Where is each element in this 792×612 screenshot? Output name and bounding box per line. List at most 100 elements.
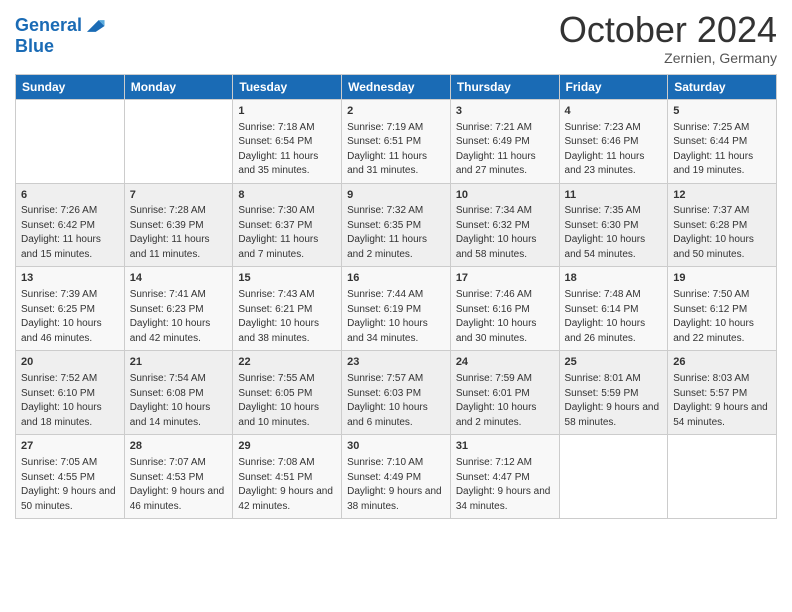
day-number: 11 bbox=[565, 188, 663, 204]
day-info: Sunrise: 7:30 AM Sunset: 6:37 PM Dayligh… bbox=[238, 204, 336, 262]
day-number: 5 bbox=[673, 104, 771, 120]
calendar-cell: 19Sunrise: 7:50 AM Sunset: 6:12 PM Dayli… bbox=[668, 267, 777, 351]
day-number: 20 bbox=[21, 355, 119, 371]
calendar-cell: 9Sunrise: 7:32 AM Sunset: 6:35 PM Daylig… bbox=[342, 183, 451, 267]
calendar-cell: 25Sunrise: 8:01 AM Sunset: 5:59 PM Dayli… bbox=[559, 351, 668, 435]
calendar-cell: 1Sunrise: 7:18 AM Sunset: 6:54 PM Daylig… bbox=[233, 99, 342, 183]
calendar-cell: 31Sunrise: 7:12 AM Sunset: 4:47 PM Dayli… bbox=[450, 435, 559, 519]
calendar-cell: 28Sunrise: 7:07 AM Sunset: 4:53 PM Dayli… bbox=[124, 435, 233, 519]
calendar-cell: 10Sunrise: 7:34 AM Sunset: 6:32 PM Dayli… bbox=[450, 183, 559, 267]
day-info: Sunrise: 7:50 AM Sunset: 6:12 PM Dayligh… bbox=[673, 288, 771, 346]
day-info: Sunrise: 7:32 AM Sunset: 6:35 PM Dayligh… bbox=[347, 204, 445, 262]
day-number: 17 bbox=[456, 271, 554, 287]
calendar-cell: 18Sunrise: 7:48 AM Sunset: 6:14 PM Dayli… bbox=[559, 267, 668, 351]
day-number: 21 bbox=[130, 355, 228, 371]
col-thursday: Thursday bbox=[450, 74, 559, 99]
calendar-cell: 23Sunrise: 7:57 AM Sunset: 6:03 PM Dayli… bbox=[342, 351, 451, 435]
calendar-cell bbox=[16, 99, 125, 183]
day-info: Sunrise: 8:03 AM Sunset: 5:57 PM Dayligh… bbox=[673, 372, 771, 430]
day-info: Sunrise: 7:26 AM Sunset: 6:42 PM Dayligh… bbox=[21, 204, 119, 262]
calendar-cell: 17Sunrise: 7:46 AM Sunset: 6:16 PM Dayli… bbox=[450, 267, 559, 351]
calendar-cell: 8Sunrise: 7:30 AM Sunset: 6:37 PM Daylig… bbox=[233, 183, 342, 267]
calendar-cell: 20Sunrise: 7:52 AM Sunset: 6:10 PM Dayli… bbox=[16, 351, 125, 435]
day-info: Sunrise: 7:55 AM Sunset: 6:05 PM Dayligh… bbox=[238, 372, 336, 430]
day-info: Sunrise: 8:01 AM Sunset: 5:59 PM Dayligh… bbox=[565, 372, 663, 430]
day-info: Sunrise: 7:35 AM Sunset: 6:30 PM Dayligh… bbox=[565, 204, 663, 262]
day-number: 16 bbox=[347, 271, 445, 287]
col-wednesday: Wednesday bbox=[342, 74, 451, 99]
calendar-cell: 22Sunrise: 7:55 AM Sunset: 6:05 PM Dayli… bbox=[233, 351, 342, 435]
calendar-cell: 13Sunrise: 7:39 AM Sunset: 6:25 PM Dayli… bbox=[16, 267, 125, 351]
day-number: 29 bbox=[238, 439, 336, 455]
day-info: Sunrise: 7:25 AM Sunset: 6:44 PM Dayligh… bbox=[673, 121, 771, 179]
calendar-table: Sunday Monday Tuesday Wednesday Thursday… bbox=[15, 74, 777, 520]
day-info: Sunrise: 7:41 AM Sunset: 6:23 PM Dayligh… bbox=[130, 288, 228, 346]
calendar-cell: 11Sunrise: 7:35 AM Sunset: 6:30 PM Dayli… bbox=[559, 183, 668, 267]
calendar-cell: 12Sunrise: 7:37 AM Sunset: 6:28 PM Dayli… bbox=[668, 183, 777, 267]
calendar-cell: 29Sunrise: 7:08 AM Sunset: 4:51 PM Dayli… bbox=[233, 435, 342, 519]
day-number: 25 bbox=[565, 355, 663, 371]
logo-blue-text: Blue bbox=[15, 37, 106, 57]
calendar-cell: 4Sunrise: 7:23 AM Sunset: 6:46 PM Daylig… bbox=[559, 99, 668, 183]
calendar-row: 6Sunrise: 7:26 AM Sunset: 6:42 PM Daylig… bbox=[16, 183, 777, 267]
day-info: Sunrise: 7:10 AM Sunset: 4:49 PM Dayligh… bbox=[347, 456, 445, 514]
col-saturday: Saturday bbox=[668, 74, 777, 99]
day-info: Sunrise: 7:43 AM Sunset: 6:21 PM Dayligh… bbox=[238, 288, 336, 346]
calendar-cell: 2Sunrise: 7:19 AM Sunset: 6:51 PM Daylig… bbox=[342, 99, 451, 183]
day-info: Sunrise: 7:37 AM Sunset: 6:28 PM Dayligh… bbox=[673, 204, 771, 262]
day-number: 6 bbox=[21, 188, 119, 204]
calendar-cell: 14Sunrise: 7:41 AM Sunset: 6:23 PM Dayli… bbox=[124, 267, 233, 351]
day-info: Sunrise: 7:08 AM Sunset: 4:51 PM Dayligh… bbox=[238, 456, 336, 514]
col-tuesday: Tuesday bbox=[233, 74, 342, 99]
day-info: Sunrise: 7:57 AM Sunset: 6:03 PM Dayligh… bbox=[347, 372, 445, 430]
day-info: Sunrise: 7:19 AM Sunset: 6:51 PM Dayligh… bbox=[347, 121, 445, 179]
day-number: 27 bbox=[21, 439, 119, 455]
day-number: 9 bbox=[347, 188, 445, 204]
day-number: 4 bbox=[565, 104, 663, 120]
calendar-cell: 21Sunrise: 7:54 AM Sunset: 6:08 PM Dayli… bbox=[124, 351, 233, 435]
day-number: 1 bbox=[238, 104, 336, 120]
calendar-cell: 6Sunrise: 7:26 AM Sunset: 6:42 PM Daylig… bbox=[16, 183, 125, 267]
day-number: 24 bbox=[456, 355, 554, 371]
day-info: Sunrise: 7:52 AM Sunset: 6:10 PM Dayligh… bbox=[21, 372, 119, 430]
day-number: 26 bbox=[673, 355, 771, 371]
col-monday: Monday bbox=[124, 74, 233, 99]
calendar-cell: 27Sunrise: 7:05 AM Sunset: 4:55 PM Dayli… bbox=[16, 435, 125, 519]
calendar-cell bbox=[124, 99, 233, 183]
day-number: 31 bbox=[456, 439, 554, 455]
calendar-cell bbox=[559, 435, 668, 519]
logo-text: General bbox=[15, 16, 82, 36]
day-number: 7 bbox=[130, 188, 228, 204]
logo: General Blue bbox=[15, 15, 106, 57]
day-number: 13 bbox=[21, 271, 119, 287]
calendar-cell: 3Sunrise: 7:21 AM Sunset: 6:49 PM Daylig… bbox=[450, 99, 559, 183]
day-info: Sunrise: 7:34 AM Sunset: 6:32 PM Dayligh… bbox=[456, 204, 554, 262]
day-number: 8 bbox=[238, 188, 336, 204]
day-number: 22 bbox=[238, 355, 336, 371]
day-info: Sunrise: 7:59 AM Sunset: 6:01 PM Dayligh… bbox=[456, 372, 554, 430]
day-number: 19 bbox=[673, 271, 771, 287]
calendar-cell: 26Sunrise: 8:03 AM Sunset: 5:57 PM Dayli… bbox=[668, 351, 777, 435]
calendar-cell bbox=[668, 435, 777, 519]
day-info: Sunrise: 7:23 AM Sunset: 6:46 PM Dayligh… bbox=[565, 121, 663, 179]
title-block: October 2024 Zernien, Germany bbox=[559, 10, 777, 66]
page-header: General Blue October 2024 Zernien, Germa… bbox=[15, 10, 777, 66]
day-info: Sunrise: 7:21 AM Sunset: 6:49 PM Dayligh… bbox=[456, 121, 554, 179]
month-title: October 2024 bbox=[559, 10, 777, 50]
day-info: Sunrise: 7:44 AM Sunset: 6:19 PM Dayligh… bbox=[347, 288, 445, 346]
calendar-cell: 30Sunrise: 7:10 AM Sunset: 4:49 PM Dayli… bbox=[342, 435, 451, 519]
calendar-row: 1Sunrise: 7:18 AM Sunset: 6:54 PM Daylig… bbox=[16, 99, 777, 183]
calendar-body: 1Sunrise: 7:18 AM Sunset: 6:54 PM Daylig… bbox=[16, 99, 777, 519]
day-number: 12 bbox=[673, 188, 771, 204]
day-number: 15 bbox=[238, 271, 336, 287]
calendar-cell: 15Sunrise: 7:43 AM Sunset: 6:21 PM Dayli… bbox=[233, 267, 342, 351]
calendar-cell: 7Sunrise: 7:28 AM Sunset: 6:39 PM Daylig… bbox=[124, 183, 233, 267]
day-info: Sunrise: 7:54 AM Sunset: 6:08 PM Dayligh… bbox=[130, 372, 228, 430]
day-info: Sunrise: 7:18 AM Sunset: 6:54 PM Dayligh… bbox=[238, 121, 336, 179]
day-number: 2 bbox=[347, 104, 445, 120]
day-number: 18 bbox=[565, 271, 663, 287]
location-subtitle: Zernien, Germany bbox=[559, 50, 777, 66]
day-info: Sunrise: 7:28 AM Sunset: 6:39 PM Dayligh… bbox=[130, 204, 228, 262]
logo-general: General bbox=[15, 15, 82, 35]
day-info: Sunrise: 7:46 AM Sunset: 6:16 PM Dayligh… bbox=[456, 288, 554, 346]
